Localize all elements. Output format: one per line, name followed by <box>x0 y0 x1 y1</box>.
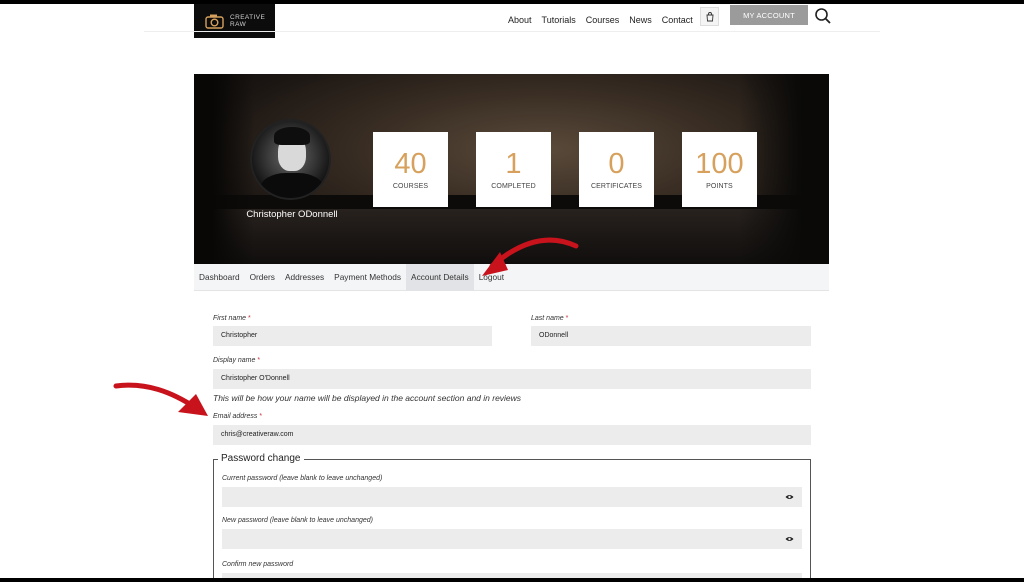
first-name-label: First name * <box>213 315 251 322</box>
site-logo[interactable]: CREATIVE RAW <box>194 4 275 38</box>
stat-label: POINTS <box>706 183 733 190</box>
account-details-form: First name * Christopher Last name * ODo… <box>194 291 829 578</box>
camera-logo-icon <box>204 13 226 29</box>
profile-hero: Christopher ODonnell 40 COURSES 1 COMPLE… <box>194 74 829 264</box>
new-password-input[interactable] <box>222 529 802 549</box>
profile-name: Christopher ODonnell <box>246 209 338 220</box>
tab-account-details[interactable]: Account Details <box>406 263 474 291</box>
email-label: Email address * <box>213 413 263 420</box>
search-icon <box>815 8 831 24</box>
cart-button[interactable] <box>700 7 719 26</box>
page: CREATIVE RAW About Tutorials Courses New… <box>0 4 1024 578</box>
show-password-icon[interactable] <box>785 493 794 501</box>
first-name-input[interactable]: Christopher <box>213 326 492 346</box>
stat-value: 0 <box>608 148 625 180</box>
nav-tutorials[interactable]: Tutorials <box>542 10 576 30</box>
tab-payment-methods[interactable]: Payment Methods <box>329 264 406 291</box>
current-password-input[interactable] <box>222 487 802 507</box>
tab-logout[interactable]: Logout <box>474 264 509 291</box>
new-password-label: New password (leave blank to leave uncha… <box>222 517 373 524</box>
display-name-hint: This will be how your name will be displ… <box>213 393 522 403</box>
confirm-password-label: Confirm new password <box>222 561 294 568</box>
account-tabs: Dashboard Orders Addresses Payment Metho… <box>194 263 829 291</box>
stat-label: COMPLETED <box>491 183 536 190</box>
current-password-label: Current password (leave blank to leave u… <box>222 475 383 482</box>
display-name-label: Display name * <box>213 357 261 364</box>
stat-value: 1 <box>505 148 522 180</box>
stat-label: COURSES <box>392 183 429 190</box>
nav-contact[interactable]: Contact <box>662 10 693 30</box>
nav-courses[interactable]: Courses <box>586 10 620 30</box>
tab-orders[interactable]: Orders <box>245 264 280 291</box>
display-name-input[interactable]: Christopher O'Donnell <box>213 369 811 389</box>
show-password-icon[interactable] <box>785 535 794 543</box>
last-name-input[interactable]: ODonnell <box>531 326 811 346</box>
nav-news[interactable]: News <box>629 10 652 30</box>
shopping-bag-icon <box>706 11 713 21</box>
password-change-legend: Password change <box>218 453 304 464</box>
avatar <box>250 119 331 200</box>
logo-text: CREATIVE RAW <box>230 14 266 28</box>
stat-value: 100 <box>695 148 744 180</box>
stat-courses: 40 COURSES <box>373 132 448 207</box>
stat-points: 100 POINTS <box>682 132 757 207</box>
email-input[interactable]: chris@creativeraw.com <box>213 425 811 445</box>
header-divider <box>144 31 880 32</box>
stat-label: CERTIFICATES <box>590 183 643 190</box>
tab-addresses[interactable]: Addresses <box>280 264 329 291</box>
tab-dashboard[interactable]: Dashboard <box>194 264 245 291</box>
confirm-password-input[interactable] <box>222 573 802 578</box>
stat-value: 40 <box>394 148 427 180</box>
my-account-button[interactable]: MY ACCOUNT <box>730 5 808 25</box>
search-button[interactable] <box>814 7 832 25</box>
stat-certificates: 0 CERTIFICATES <box>579 132 654 207</box>
nav-about[interactable]: About <box>508 10 532 30</box>
stat-completed: 1 COMPLETED <box>476 132 551 207</box>
last-name-label: Last name * <box>531 315 569 322</box>
main-nav: About Tutorials Courses News Contact <box>508 10 703 30</box>
